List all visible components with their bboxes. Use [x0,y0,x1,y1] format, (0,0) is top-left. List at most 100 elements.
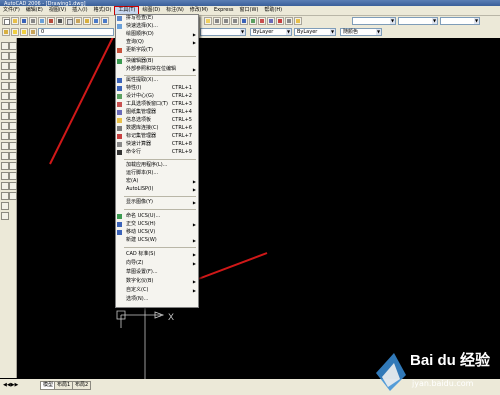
menu-insert[interactable]: 插入(I) [69,6,90,15]
spline-icon[interactable] [1,122,9,130]
menu-format[interactable]: 格式(O) [91,6,115,15]
ellipse-icon[interactable] [1,132,9,140]
menu-item-wizards[interactable]: 向导(Z) ▶ [116,260,198,267]
explode-icon[interactable] [9,192,17,200]
menu-item-display-image[interactable]: 显示图像(Y) ▶ [116,199,198,206]
menu-express[interactable]: Express [211,6,237,15]
menu-edit[interactable]: 编辑(E) [23,6,46,15]
menu-item-load-app[interactable]: 加载应用程序(L)... [116,162,198,169]
bulb-icon[interactable] [11,28,19,36]
menu-item-named-ucs[interactable]: 命名 UCS(U)... [116,213,198,220]
linetype-combo-1[interactable]: ByLayer ▼ [250,28,292,36]
stretch-icon[interactable] [9,122,17,130]
menu-item-attribute-extraction[interactable]: 属性提取(X)... [116,77,198,84]
menu-item-quick-calc[interactable]: 快速计算器 CTRL+8 [116,141,198,148]
table-icon[interactable] [1,202,9,210]
polygon-icon[interactable] [1,72,9,80]
circle-icon[interactable] [1,102,9,110]
zoom-window-icon[interactable] [222,17,230,25]
menu-item-xref-edit[interactable]: 外部参照和块在位编辑 ▶ [116,66,198,73]
properties-icon[interactable] [240,17,248,25]
arc-icon[interactable] [1,92,9,100]
calculator-icon[interactable] [285,17,293,25]
mirror-icon[interactable] [9,62,17,70]
polyline-icon[interactable] [1,62,9,70]
join-icon[interactable] [9,162,17,170]
paste-icon[interactable] [74,17,82,25]
tablestyle-combo[interactable]: ▼ [440,17,480,25]
menu-item-update-fields[interactable]: 更新字段(T) [116,47,198,54]
menu-item-quick-select[interactable]: 快速选择(K)... [116,23,198,30]
rotate-icon[interactable] [9,102,17,110]
array-icon[interactable] [9,82,17,90]
save-icon[interactable] [20,17,28,25]
menu-item-cad-standards[interactable]: CAD 标准(S) ▶ [116,251,198,258]
menu-item-inquiry[interactable]: 查询(Q) ▶ [116,39,198,46]
style-combo[interactable]: ▼ [352,17,396,25]
pan-icon[interactable] [204,17,212,25]
rectangle-icon[interactable] [1,82,9,90]
linetype-combo-2[interactable]: ByLayer ▼ [294,28,336,36]
revcloud-icon[interactable] [1,112,9,120]
menu-item-move-ucs[interactable]: 移动 UCS(V) [116,229,198,236]
menu-item-options[interactable]: 选项(N)... [116,296,198,303]
zoom-previous-icon[interactable] [231,17,239,25]
drawing-canvas[interactable]: X [17,38,500,381]
menu-item-run-script[interactable]: 运行脚本(R)... [116,170,198,177]
copy-object-icon[interactable] [9,52,17,60]
menu-item-db-connect[interactable]: 数据库连接(C) CTRL+6 [116,125,198,132]
menu-item-customize[interactable]: 自定义(C) ▶ [116,287,198,294]
color-combo[interactable]: ▼ [200,28,246,36]
menu-item-block-editor[interactable]: 块编辑器(B) [116,58,198,65]
break-icon[interactable] [9,152,17,160]
menu-item-draw-order[interactable]: 绘图顺序(D) ▶ [116,31,198,38]
menu-item-sheet-set[interactable]: 图纸集管理器 CTRL+4 [116,109,198,116]
cut-icon[interactable] [56,17,64,25]
make-block-icon[interactable] [1,162,9,170]
fillet-icon[interactable] [9,182,17,190]
line-icon[interactable] [1,42,9,50]
menu-item-macro[interactable]: 宏(A) ▶ [116,178,198,185]
menu-item-markup-set[interactable]: 标记集管理器 CTRL+7 [116,133,198,140]
redo-icon[interactable] [101,17,109,25]
tab-layout2[interactable]: 布局2 [72,381,92,390]
trim-icon[interactable] [9,132,17,140]
menu-item-tablet[interactable]: 数字化仪(B) ▶ [116,278,198,285]
menu-item-autolisp[interactable]: AutoLISP(I) ▶ [116,186,198,193]
design-center-icon[interactable] [249,17,257,25]
erase-icon[interactable] [9,42,17,50]
extend-icon[interactable] [9,142,17,150]
print-icon[interactable] [29,17,37,25]
plotstyle-combo[interactable]: 随颜色 ▼ [340,28,382,36]
menu-item-tool-palettes[interactable]: 工具选项板窗口(T) CTRL+3 [116,101,198,108]
tab-layout1[interactable]: 布局1 [54,381,74,390]
menu-item-properties[interactable]: 特性(I) CTRL+1 [116,85,198,92]
move-icon[interactable] [9,92,17,100]
preview-icon[interactable] [38,17,46,25]
insert-block-icon[interactable] [1,152,9,160]
new-icon[interactable] [2,17,10,25]
menu-file[interactable]: 文件(F) [0,6,23,15]
help-icon[interactable] [294,17,302,25]
match-properties-icon[interactable] [83,17,91,25]
sun-icon[interactable] [20,28,28,36]
publish-icon[interactable] [47,17,55,25]
menu-item-design-center[interactable]: 设计中心(G) CTRL+2 [116,93,198,100]
markup-icon[interactable] [276,17,284,25]
zoom-realtime-icon[interactable] [213,17,221,25]
lock-icon[interactable] [29,28,37,36]
sheet-set-icon[interactable] [267,17,275,25]
menu-window[interactable]: 窗口(W) [237,6,262,15]
open-icon[interactable] [11,17,19,25]
menu-item-command-line[interactable]: 命令行 CTRL+9 [116,149,198,156]
layer-manager-icon[interactable] [2,28,10,36]
offset-icon[interactable] [9,72,17,80]
tool-palettes-icon[interactable] [258,17,266,25]
chamfer-icon[interactable] [9,172,17,180]
mtext-icon[interactable] [1,212,9,220]
menu-item-spelling[interactable]: 拼写检查(E) [116,15,198,22]
menu-item-info-palette[interactable]: 信息选项板 CTRL+5 [116,117,198,124]
construction-line-icon[interactable] [1,52,9,60]
dimstyle-combo[interactable]: ▼ [398,17,438,25]
tab-nav-icons[interactable]: ◀◀▶▶ [3,382,18,388]
